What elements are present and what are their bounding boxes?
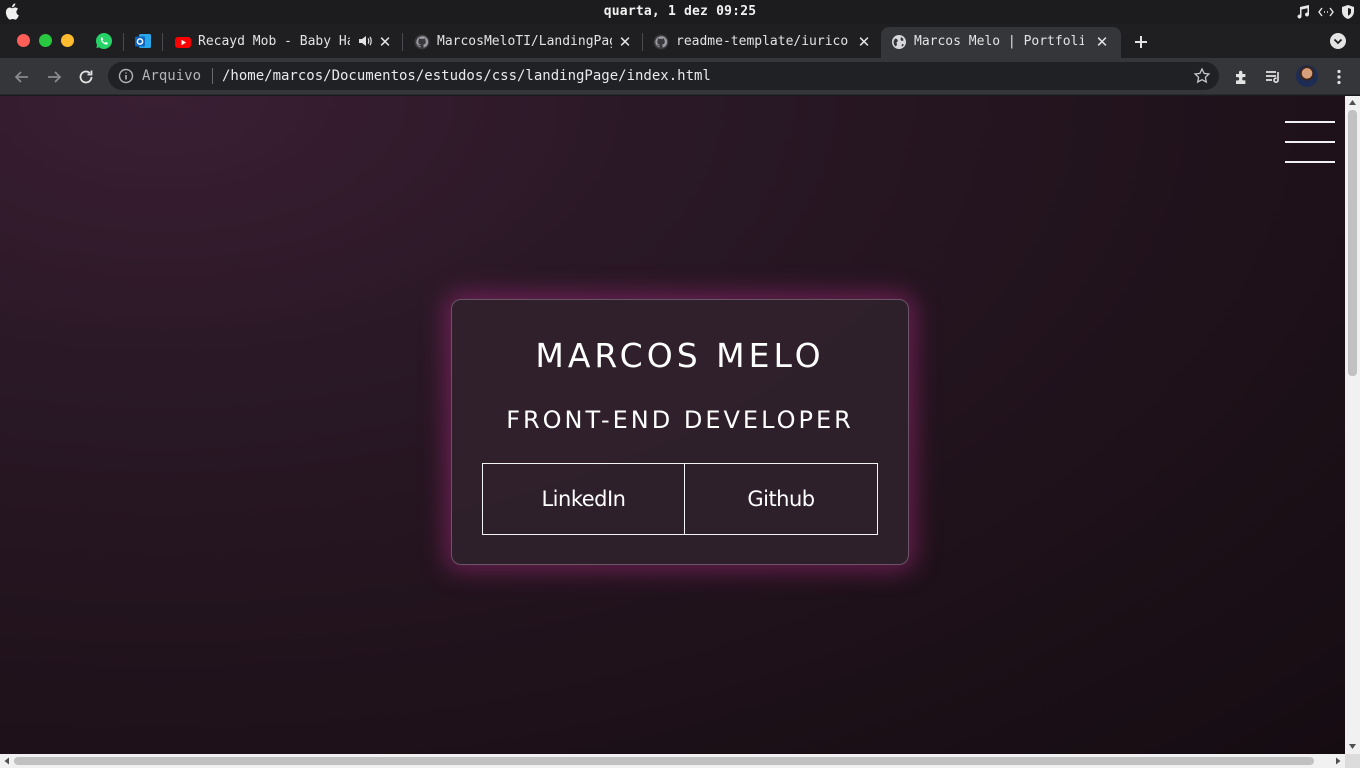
close-tab-icon[interactable]: ✕ bbox=[1093, 33, 1111, 51]
profile-card: MARCOS MELO FRONT-END DEVELOPER LinkedIn… bbox=[451, 299, 909, 565]
system-menu-bar: quarta, 1 dez 09:25 bbox=[0, 0, 1360, 24]
bookmark-star-icon[interactable] bbox=[1193, 67, 1211, 85]
system-clock[interactable]: quarta, 1 dez 09:25 bbox=[0, 4, 1360, 19]
scroll-up-icon[interactable] bbox=[1348, 98, 1357, 107]
forward-icon[interactable] bbox=[44, 67, 64, 87]
speaker-icon[interactable] bbox=[358, 34, 372, 48]
minimize-window-button[interactable] bbox=[61, 34, 74, 47]
tab-youtube[interactable]: Recayd Mob - Baby Hair ✕ bbox=[165, 27, 400, 58]
tab-title: Recayd Mob - Baby Hair bbox=[198, 34, 350, 49]
scroll-right-icon[interactable] bbox=[1334, 757, 1342, 765]
close-window-button[interactable] bbox=[17, 34, 30, 47]
reload-icon[interactable] bbox=[76, 67, 96, 87]
profile-role: FRONT-END DEVELOPER bbox=[506, 406, 854, 434]
extensions-puzzle-icon[interactable] bbox=[1232, 67, 1252, 87]
tab-title: MarcosMeloTI/LandingPage bbox=[437, 34, 612, 49]
network-arrows-icon[interactable] bbox=[1318, 4, 1334, 20]
address-bar[interactable]: Arquivo /home/marcos/Documentos/estudos/… bbox=[108, 62, 1219, 90]
profile-avatar[interactable] bbox=[1296, 65, 1318, 87]
address-separator bbox=[212, 68, 213, 84]
info-icon[interactable] bbox=[118, 68, 134, 84]
tab-github-landingpage[interactable]: MarcosMeloTI/LandingPage ✕ bbox=[404, 27, 641, 58]
scroll-left-icon[interactable] bbox=[3, 757, 11, 765]
outlook-icon[interactable] bbox=[134, 32, 152, 50]
github-button[interactable]: Github bbox=[684, 463, 878, 535]
youtube-icon bbox=[175, 37, 191, 48]
vertical-scroll-thumb[interactable] bbox=[1348, 110, 1357, 376]
tab-github-readme[interactable]: readme-template/iuricode ✕ bbox=[643, 27, 879, 58]
tab-strip: Recayd Mob - Baby Hair ✕ MarcosMeloTI/La… bbox=[0, 24, 1360, 58]
horizontal-scrollbar[interactable] bbox=[0, 754, 1345, 768]
hamburger-menu-icon[interactable] bbox=[1285, 121, 1335, 164]
back-icon[interactable] bbox=[12, 67, 32, 87]
profile-name: MARCOS MELO bbox=[535, 336, 825, 375]
media-queue-icon[interactable] bbox=[1263, 67, 1283, 87]
maximize-window-button[interactable] bbox=[39, 34, 52, 47]
whatsapp-icon[interactable] bbox=[95, 32, 113, 50]
scheme-label: Arquivo bbox=[142, 68, 202, 84]
browser-toolbar: Arquivo /home/marcos/Documentos/estudos/… bbox=[0, 58, 1360, 95]
tab-search-icon[interactable] bbox=[1329, 32, 1347, 50]
github-icon bbox=[414, 34, 430, 50]
tab-title: Marcos Melo | Portfolio bbox=[914, 34, 1084, 49]
vertical-scrollbar[interactable] bbox=[1345, 96, 1360, 754]
scroll-down-icon[interactable] bbox=[1348, 742, 1357, 751]
url-text[interactable]: /home/marcos/Documentos/estudos/css/land… bbox=[222, 68, 711, 84]
tab-separator bbox=[162, 33, 163, 51]
close-tab-icon[interactable]: ✕ bbox=[376, 33, 394, 51]
linkedin-button[interactable]: LinkedIn bbox=[482, 463, 685, 535]
horizontal-scroll-thumb[interactable] bbox=[14, 757, 1314, 765]
close-tab-icon[interactable]: ✕ bbox=[855, 33, 873, 51]
tab-portfolio[interactable]: Marcos Melo | Portfolio ✕ bbox=[881, 27, 1121, 58]
shield-icon[interactable] bbox=[1340, 4, 1356, 20]
browser-menu-icon[interactable] bbox=[1329, 67, 1349, 87]
tab-title: readme-template/iuricode bbox=[676, 34, 848, 49]
tab-separator bbox=[402, 33, 403, 51]
github-icon bbox=[653, 34, 669, 50]
scrollbar-corner bbox=[1345, 754, 1360, 768]
close-tab-icon[interactable]: ✕ bbox=[616, 33, 634, 51]
page-viewport: MARCOS MELO FRONT-END DEVELOPER LinkedIn… bbox=[0, 96, 1345, 754]
tab-separator bbox=[123, 33, 124, 51]
globe-icon bbox=[892, 35, 906, 49]
music-icon[interactable] bbox=[1295, 4, 1311, 20]
new-tab-icon[interactable] bbox=[1131, 32, 1151, 52]
